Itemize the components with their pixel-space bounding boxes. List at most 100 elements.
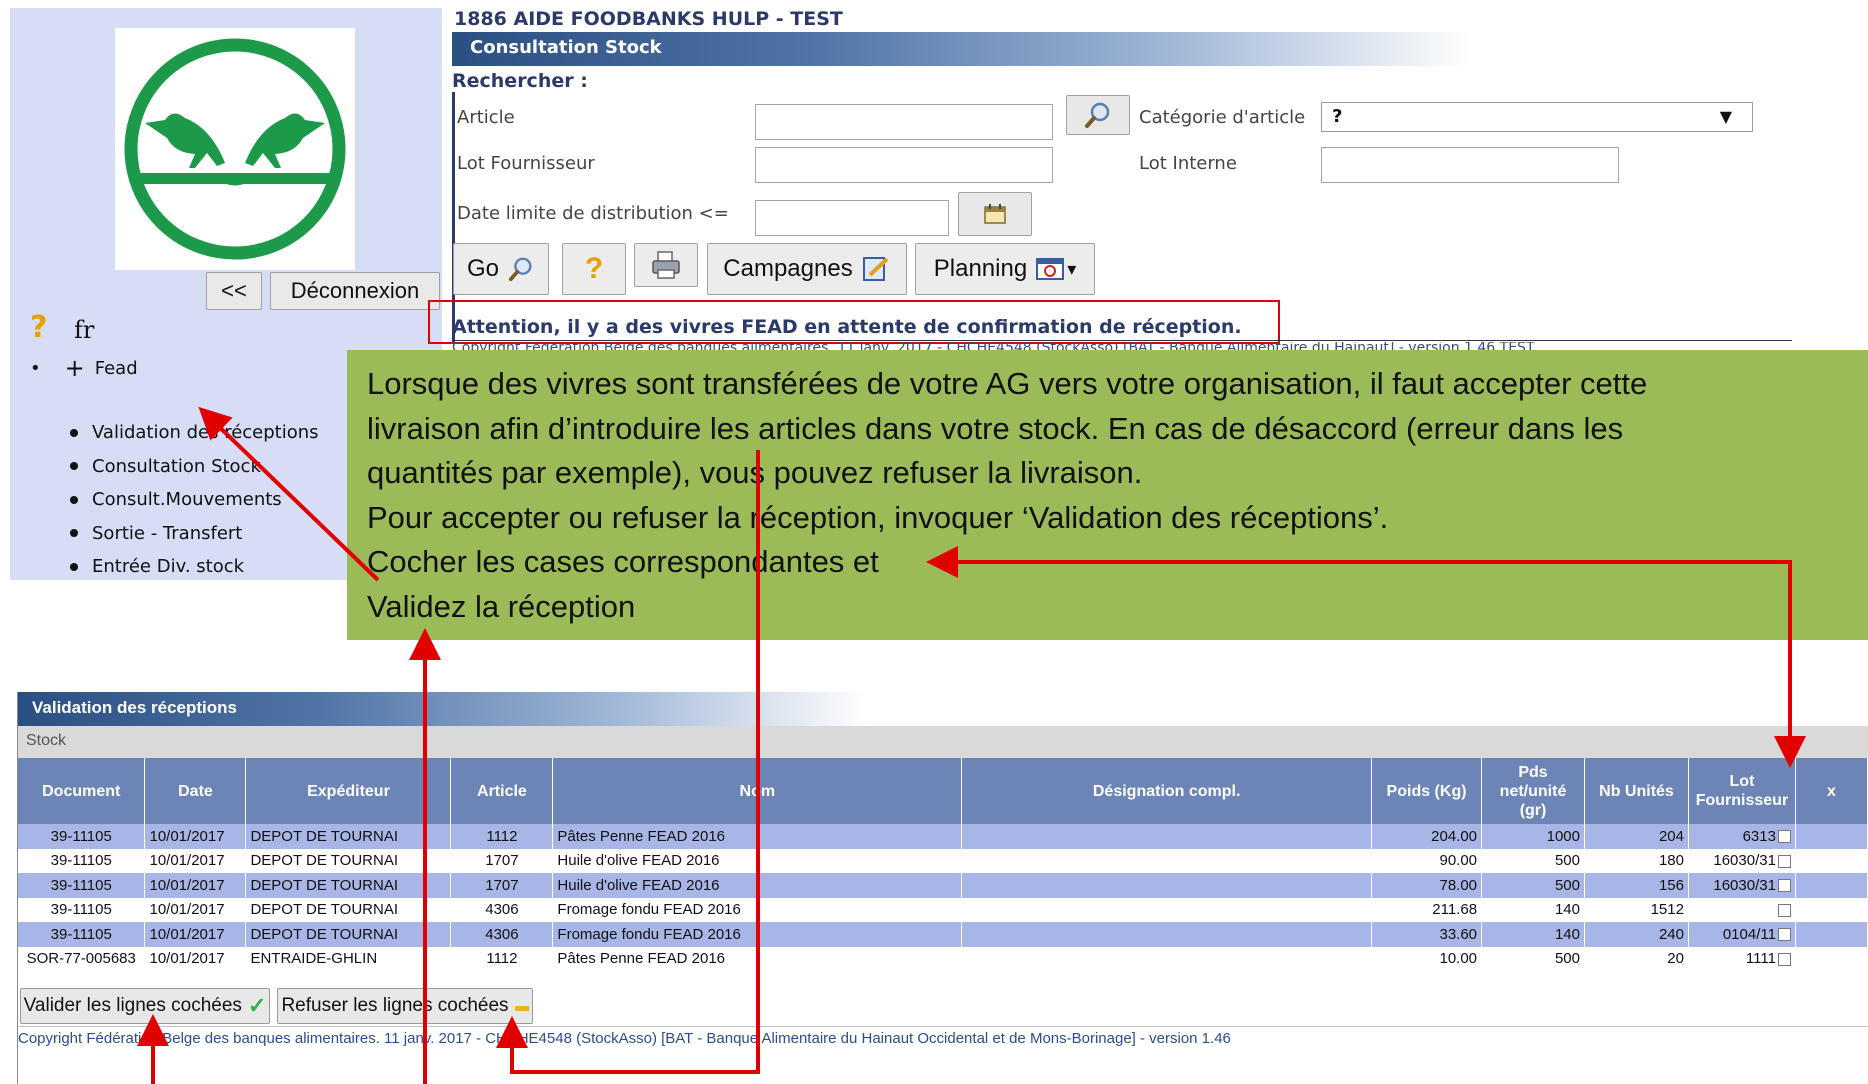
language-selector[interactable]: fr [74,316,94,344]
column-header-date[interactable]: Date [144,758,247,824]
instruction-line: Pour accepter ou refuser la réception, i… [367,499,1389,535]
cell-date: 10/01/2017 [144,922,247,947]
column-header-article[interactable]: Article [450,758,554,824]
cell-spacer [1795,873,1868,898]
row-checkbox[interactable] [1777,903,1791,917]
cell-document: 39-11105 [18,873,146,898]
lot-value: 16030/31 [1713,876,1776,894]
dropdown-arrow-icon: ▼ [1719,107,1732,126]
cell-date: 10/01/2017 [144,848,247,873]
column-header-net-per-unit[interactable]: Pds net/unité (gr) [1481,758,1585,824]
menu-item-label[interactable]: Entrée Div. stock [92,556,244,577]
column-header-weight[interactable]: Poids (Kg) [1371,758,1483,824]
article-search-button[interactable] [1066,95,1130,135]
cell-weight: 90.00 [1371,848,1483,873]
row-checkbox[interactable] [1777,879,1791,893]
cell-lot: 16030/31 [1688,873,1796,898]
magnifier-icon [508,257,532,282]
expand-icon[interactable]: + [65,354,85,382]
cell-weight: 78.00 [1371,873,1483,898]
cell-units: 156 [1584,873,1689,898]
menu-item-label[interactable]: Consult.Mouvements [92,489,282,510]
bullet-icon [70,428,78,437]
foodbank-logo [115,28,355,270]
refuse-checked-button[interactable]: Refuser les lignes cochées [277,988,533,1024]
cell-weight: 10.00 [1371,946,1483,971]
menu-item-label[interactable]: Validation des réceptions [92,422,319,443]
cell-document: 39-11105 [18,922,146,947]
cell-units: 180 [1584,848,1689,873]
row-checkbox[interactable] [1777,928,1791,942]
lot-supplier-input[interactable] [755,147,1053,183]
column-header-sender[interactable]: Expéditeur [245,758,452,824]
table-header-row: Document Date Expéditeur Article Nom Dés… [18,758,1868,824]
help-icon[interactable]: ? [30,310,47,345]
organization-title: 1886 AIDE FOODBANKS HULP - TEST [454,8,843,30]
table-row: 39-11105 10/01/2017 DEPOT DE TOURNAI 430… [18,922,1868,947]
logout-button[interactable]: Déconnexion [270,272,440,310]
date-limit-input[interactable] [755,200,949,236]
fead-group-label: Fead [94,357,138,379]
validate-label: Valider les lignes cochées [23,995,242,1016]
column-header-document[interactable]: Document [18,758,146,824]
menu-item-consult-mouvements[interactable]: Consult.Mouvements [70,483,319,517]
cell-units: 1512 [1584,897,1689,922]
menu-item-label[interactable]: Consultation Stock [92,456,261,477]
validate-checked-button[interactable]: Valider les lignes cochées ✓ [20,988,270,1024]
lot-internal-input[interactable] [1321,147,1619,183]
cell-designation [961,897,1373,922]
planning-dropdown-icon[interactable]: ▾ [1067,259,1076,280]
cell-spacer [1795,897,1868,922]
article-input[interactable] [755,104,1053,140]
menu-item-validation-receptions[interactable]: Validation des réceptions [70,416,319,450]
row-checkbox[interactable] [1777,854,1791,868]
cell-sender: DEPOT DE TOURNAI [245,897,452,922]
print-button[interactable] [634,243,698,287]
cell-spacer [1795,848,1868,873]
column-header-designation[interactable]: Désignation compl. [961,758,1373,824]
campaigns-button[interactable]: Campagnes [707,243,907,295]
cell-name: Huile d'olive FEAD 2016 [552,873,963,898]
row-checkbox[interactable] [1777,830,1791,844]
cell-document: 39-11105 [18,824,146,849]
cell-name: Pâtes Penne FEAD 2016 [552,946,963,971]
help-button[interactable]: ? [562,243,626,295]
column-header-lot[interactable]: Lot Fournisseur [1688,758,1796,824]
category-select[interactable]: ? ▼ [1321,102,1753,132]
minus-icon [514,1005,529,1011]
lot-supplier-label: Lot Fournisseur [457,153,595,174]
menu-item-sortie-transfert[interactable]: Sortie - Transfert [70,517,319,551]
cell-weight: 211.68 [1371,897,1483,922]
lot-value: 0104/11 [1722,925,1776,943]
calendar-button[interactable] [958,192,1032,236]
cell-spacer [1795,922,1868,947]
table-row: 39-11105 10/01/2017 DEPOT DE TOURNAI 170… [18,848,1868,873]
column-header-units[interactable]: Nb Unités [1584,758,1689,824]
cell-net-per-unit: 500 [1481,946,1585,971]
magnifier-icon [1085,102,1110,128]
row-checkbox[interactable] [1777,952,1791,966]
cell-net-per-unit: 500 [1481,873,1585,898]
menu-item-consultation-stock[interactable]: Consultation Stock [70,450,319,484]
cell-lot: 1111 [1688,946,1796,971]
separator-line [452,340,1792,341]
cell-document: 39-11105 [18,848,146,873]
category-selected-value: ? [1332,106,1343,127]
birds-logo-icon [124,38,346,260]
cell-date: 10/01/2017 [144,897,247,922]
planning-button[interactable]: Planning ▾ [915,243,1095,295]
menu-item-label[interactable]: Sortie - Transfert [92,523,242,544]
check-icon: ✓ [247,993,267,1018]
go-button[interactable]: Go [453,243,549,295]
cell-spacer [1795,824,1868,849]
stock-label: Stock [26,732,67,749]
fead-menu-group[interactable]: • + Fead [30,354,138,382]
collapse-sidebar-button[interactable]: << [206,272,262,310]
menu-item-entree-div-stock[interactable]: Entrée Div. stock [70,550,319,584]
column-header-name[interactable]: Nom [552,758,963,824]
section-title: Consultation Stock [470,37,662,58]
cell-name: Fromage fondu FEAD 2016 [552,922,963,947]
cell-article: 4306 [450,922,554,947]
column-header-select[interactable]: x [1795,758,1868,824]
date-limit-label: Date limite de distribution <= [457,203,729,224]
